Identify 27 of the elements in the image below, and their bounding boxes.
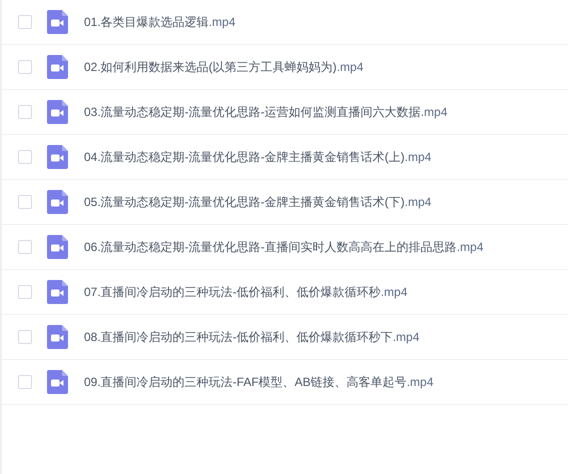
video-file-icon bbox=[47, 325, 68, 349]
file-name[interactable]: 04.流量动态稳定期-流量优化思路-金牌主播黄金销售话术(上).mp4 bbox=[84, 148, 432, 166]
file-name[interactable]: 07.直播间冷启动的三种玩法-低价福利、低价爆款循环秒.mp4 bbox=[84, 283, 408, 301]
video-file-icon bbox=[47, 10, 68, 34]
video-file-icon bbox=[47, 190, 68, 214]
checkbox[interactable] bbox=[18, 195, 32, 209]
checkbox[interactable] bbox=[18, 285, 32, 299]
checkbox[interactable] bbox=[18, 60, 32, 74]
checkbox[interactable] bbox=[18, 105, 32, 119]
video-file-icon bbox=[47, 280, 68, 304]
video-file-icon bbox=[47, 55, 68, 79]
file-name[interactable]: 01.各类目爆款选品逻辑.mp4 bbox=[84, 13, 236, 31]
file-name[interactable]: 06.流量动态稳定期-流量优化思路-直播间实时人数高高在上的排品思路.mp4 bbox=[84, 238, 484, 256]
file-name[interactable]: 02.如何利用数据来选品(以第三方工具蝉妈妈为).mp4 bbox=[84, 58, 364, 76]
file-name[interactable]: 05.流量动态稳定期-流量优化思路-金牌主播黄金销售话术(下).mp4 bbox=[84, 193, 432, 211]
checkbox[interactable] bbox=[18, 330, 32, 344]
file-name[interactable]: 09.直播间冷启动的三种玩法-FAF模型、AB链接、高客单起号.mp4 bbox=[84, 373, 434, 391]
video-file-icon bbox=[47, 100, 68, 124]
checkbox[interactable] bbox=[18, 240, 32, 254]
checkbox[interactable] bbox=[18, 375, 32, 389]
checkbox[interactable] bbox=[18, 150, 32, 164]
video-file-icon bbox=[47, 235, 68, 259]
file-name[interactable]: 08.直播间冷启动的三种玩法-低价福利、低价爆款循环秒下.mp4 bbox=[84, 328, 420, 346]
video-file-icon bbox=[47, 370, 68, 394]
video-file-icon bbox=[47, 145, 68, 169]
checkbox[interactable] bbox=[18, 15, 32, 29]
file-name[interactable]: 03.流量动态稳定期-流量优化思路-运营如何监测直播间六大数据.mp4 bbox=[84, 103, 448, 121]
